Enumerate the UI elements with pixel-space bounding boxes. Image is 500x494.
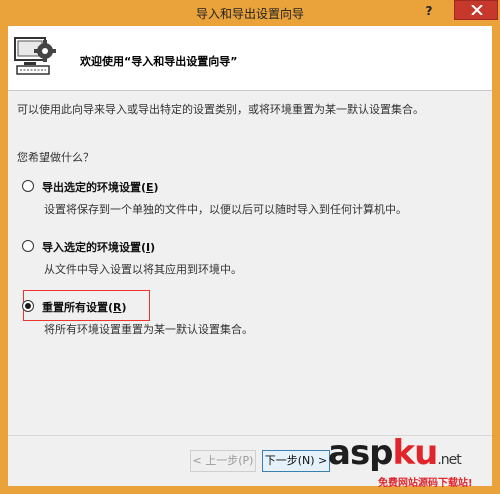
close-icon xyxy=(471,5,483,15)
intro-text: 可以使用此向导来导入或导出特定的设置类别，或将环境重置为某一默认设置集合。 xyxy=(17,103,424,116)
settings-wizard-icon xyxy=(14,37,56,75)
option-reset-label: 重置所有设置(R) xyxy=(42,301,127,314)
radio-reset[interactable] xyxy=(22,300,34,312)
radio-import[interactable] xyxy=(22,240,34,252)
wizard-header: 欢迎使用“导入和导出设置向导” xyxy=(8,26,492,91)
dialog-body: 欢迎使用“导入和导出设置向导” 可以使用此向导来导入或导出特定的设置类别，或将环… xyxy=(8,26,492,486)
back-button[interactable]: < 上一步(P) xyxy=(190,450,256,472)
next-button[interactable]: 下一步(N) > xyxy=(262,450,330,472)
wizard-title: 欢迎使用“导入和导出设置向导” xyxy=(80,55,238,68)
title-bar[interactable]: 导入和导出设置向导 ? xyxy=(0,0,500,26)
option-import-description: 从文件中导入设置以将其应用到环境中。 xyxy=(44,263,242,276)
watermark-subtitle: 免费网站源码下载站! xyxy=(378,478,473,489)
window-frame: 导入和导出设置向导 ? 欢迎使用“导入和导出设置向导” 可以使用此向导来导入或导… xyxy=(0,0,500,494)
question-label: 您希望做什么？ xyxy=(17,151,94,164)
option-reset-description: 将所有环境设置重置为某一默认设置集合。 xyxy=(44,323,253,336)
help-button[interactable]: ? xyxy=(418,2,440,20)
option-export-description: 设置将保存到一个单独的文件中，以便以后可以随时导入到任何计算机中。 xyxy=(44,203,407,216)
watermark-logo: aspku.net xyxy=(328,433,462,473)
option-import-label: 导入选定的环境设置(I) xyxy=(42,241,156,254)
close-button[interactable] xyxy=(454,0,498,20)
radio-export[interactable] xyxy=(22,180,34,192)
option-export-label: 导出选定的环境设置(E) xyxy=(42,181,159,194)
